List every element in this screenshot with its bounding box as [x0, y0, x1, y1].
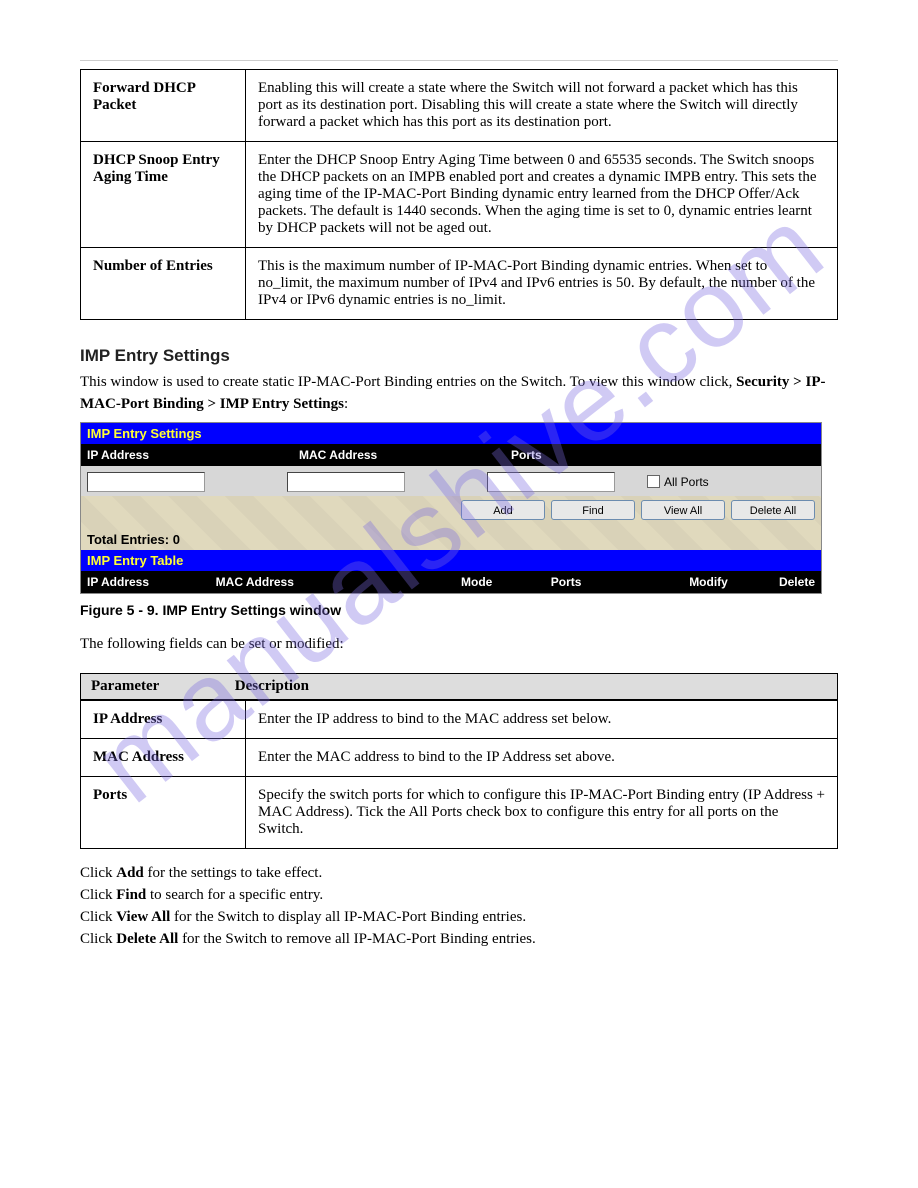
- tcol-delete: Delete: [773, 571, 821, 593]
- tcol-ports: Ports: [545, 571, 683, 593]
- input-columns-row: IP Address MAC Address Ports: [81, 444, 821, 466]
- closing-block: Click Add for the settings to take effec…: [80, 863, 838, 950]
- add-button[interactable]: Add: [461, 500, 545, 520]
- figure-caption: Figure 5 - 9. IMP Entry Settings window: [80, 602, 838, 618]
- def-label: MAC Address: [81, 739, 246, 777]
- delete-all-button[interactable]: Delete All: [731, 500, 815, 520]
- table-row: DHCP Snoop Entry Aging Time Enter the DH…: [81, 142, 838, 248]
- input-row-area: All Ports Add Find View All Delete All T…: [81, 466, 821, 550]
- intro-text: This window is used to create static IP-…: [80, 374, 736, 390]
- section-intro: This window is used to create static IP-…: [80, 372, 838, 416]
- section-heading-imp-entry: IMP Entry Settings: [80, 346, 838, 366]
- pre: Click: [80, 865, 116, 881]
- all-ports-checkbox[interactable]: All Ports: [647, 475, 709, 489]
- document-page: manualshive.com Forward DHCP Packet Enab…: [0, 0, 918, 1010]
- table-row: Ports Specify the switch ports for which…: [81, 777, 838, 849]
- table-row: Number of Entries This is the maximum nu…: [81, 248, 838, 320]
- def-text: Enter the IP address to bind to the MAC …: [246, 701, 838, 739]
- ports-input[interactable]: [487, 472, 615, 492]
- colon: :: [344, 396, 348, 412]
- post: for the Switch to display all IP-MAC-Por…: [170, 909, 526, 925]
- definitions-table-1: Forward DHCP Packet Enabling this will c…: [80, 69, 838, 320]
- table2-intro: The following fields can be set or modif…: [80, 634, 838, 656]
- def-text-span: Specify the switch ports for which to co…: [258, 787, 825, 837]
- def-label: DHCP Snoop Entry Aging Time: [81, 142, 246, 248]
- post: to search for a specific entry.: [146, 887, 323, 903]
- tcol-ip: IP Address: [81, 571, 210, 593]
- col-ports: Ports: [505, 444, 821, 466]
- input-row-top: All Ports: [81, 466, 821, 496]
- post: for the settings to take effect.: [144, 865, 322, 881]
- def-text: Enabling this will create a state where …: [246, 70, 838, 142]
- table-row: IP Address Enter the IP address to bind …: [81, 701, 838, 739]
- button-row: Add Find View All Delete All: [81, 496, 821, 530]
- def-text: Enter the MAC address to bind to the IP …: [246, 739, 838, 777]
- closing-line: Click Delete All for the Switch to remov…: [80, 929, 838, 951]
- pre: Click: [80, 887, 116, 903]
- def-text: This is the maximum number of IP-MAC-Por…: [246, 248, 838, 320]
- closing-line: Click Find to search for a specific entr…: [80, 885, 838, 907]
- view-all-button[interactable]: View All: [641, 500, 725, 520]
- tcol-mode: Mode: [455, 571, 545, 593]
- def-text: Specify the switch ports for which to co…: [246, 777, 838, 849]
- def-label: Ports: [81, 777, 246, 849]
- desc-header-bar: Parameter Description: [80, 673, 838, 700]
- panel-title-table: IMP Entry Table: [81, 550, 821, 571]
- total-entries-label: Total Entries: 0: [81, 530, 821, 550]
- all-ports-label: All Ports: [664, 475, 709, 489]
- mac-address-input[interactable]: [287, 472, 405, 492]
- closing-line: Click Add for the settings to take effec…: [80, 863, 838, 885]
- panel-title-settings: IMP Entry Settings: [81, 423, 821, 444]
- post: for the Switch to remove all IP-MAC-Port…: [178, 931, 535, 947]
- checkbox-box-icon: [647, 475, 660, 488]
- def-label: Number of Entries: [81, 248, 246, 320]
- find-button[interactable]: Find: [551, 500, 635, 520]
- bold: Delete All: [116, 931, 178, 947]
- def-label: IP Address: [81, 701, 246, 739]
- desc-header-desc: Description: [235, 678, 309, 694]
- tcol-modify: Modify: [683, 571, 773, 593]
- result-columns-row: IP Address MAC Address Mode Ports Modify…: [81, 571, 821, 593]
- table-row: Forward DHCP Packet Enabling this will c…: [81, 70, 838, 142]
- bold: Find: [116, 887, 146, 903]
- def-label: Forward DHCP Packet: [81, 70, 246, 142]
- bold: Add: [116, 865, 144, 881]
- pre: Click: [80, 931, 116, 947]
- bold: View All: [116, 909, 170, 925]
- tcol-mac: MAC Address: [210, 571, 455, 593]
- col-ip: IP Address: [81, 444, 293, 466]
- table-row: MAC Address Enter the MAC address to bin…: [81, 739, 838, 777]
- ip-address-input[interactable]: [87, 472, 205, 492]
- imp-entry-settings-window: IMP Entry Settings IP Address MAC Addres…: [80, 422, 822, 594]
- desc-header-param: Parameter: [91, 678, 231, 695]
- definitions-table-2: IP Address Enter the IP address to bind …: [80, 700, 838, 849]
- def-text: Enter the DHCP Snoop Entry Aging Time be…: [246, 142, 838, 248]
- col-mac: MAC Address: [293, 444, 505, 466]
- top-rule: [80, 60, 838, 61]
- closing-line: Click View All for the Switch to display…: [80, 907, 838, 929]
- pre: Click: [80, 909, 116, 925]
